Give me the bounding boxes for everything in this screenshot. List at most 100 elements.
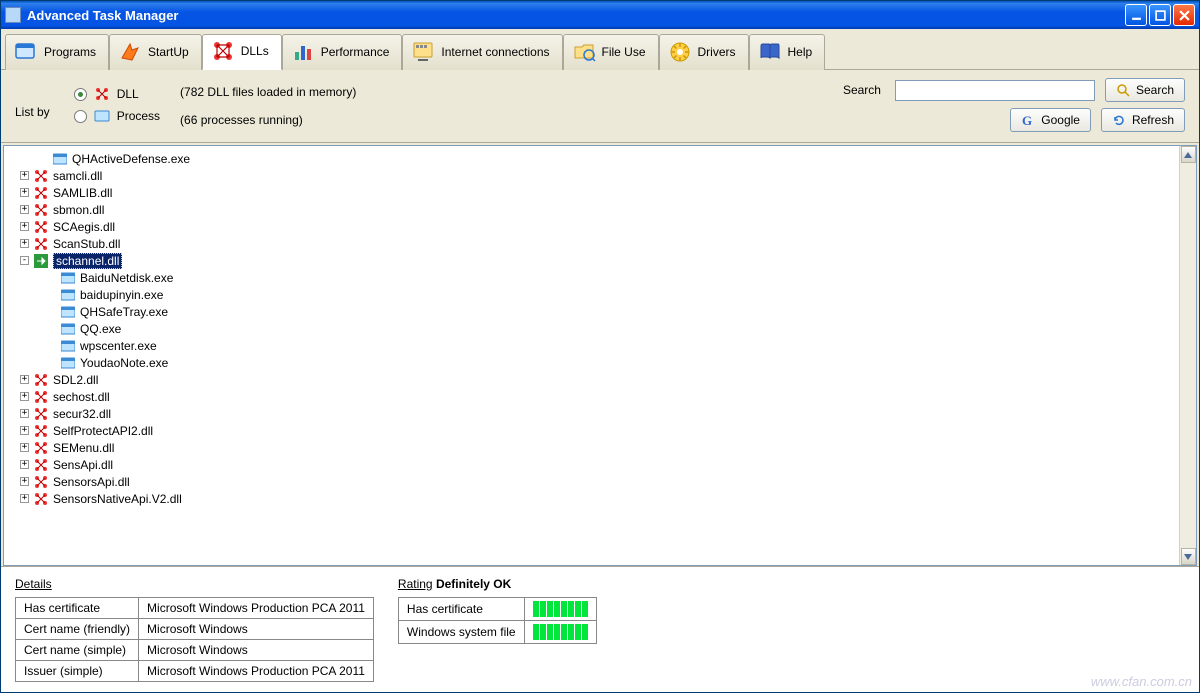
- listby-label: List by: [15, 105, 50, 119]
- tab-label: Performance: [321, 45, 390, 59]
- exe-icon: [60, 271, 76, 285]
- tab-startup[interactable]: StartUp: [109, 34, 202, 70]
- tree-node-dll[interactable]: +secur32.dll: [8, 405, 1179, 422]
- expand-icon[interactable]: +: [20, 460, 29, 469]
- tab-help[interactable]: Help: [749, 34, 826, 70]
- radio-dll-label: DLL: [117, 87, 139, 101]
- expand-icon[interactable]: +: [20, 375, 29, 384]
- radio-dll[interactable]: [74, 88, 87, 101]
- rating-column: Rating Definitely OK Has certificateWind…: [398, 577, 597, 682]
- dll-icon: [33, 492, 49, 506]
- google-icon: G: [1021, 113, 1035, 127]
- dll-icon: [33, 203, 49, 217]
- svg-text:G: G: [1022, 113, 1032, 127]
- tree-scroll[interactable]: QHActiveDefense.exe+samcli.dll+SAMLIB.dl…: [4, 146, 1179, 565]
- details-header: Details: [15, 577, 374, 591]
- rating-table: Has certificateWindows system file: [398, 597, 597, 644]
- app-icon: [5, 7, 21, 23]
- expand-icon[interactable]: +: [20, 205, 29, 214]
- tree-node-exe[interactable]: YoudaoNote.exe: [8, 354, 1179, 371]
- tree-node-dll[interactable]: +SEMenu.dll: [8, 439, 1179, 456]
- rating-label: Rating: [398, 577, 433, 591]
- search-input[interactable]: [895, 80, 1095, 101]
- search-label: Search: [843, 83, 881, 97]
- refresh-icon: [1112, 113, 1126, 127]
- toolbar-tabs: Programs StartUp DLLs Performance Intern…: [1, 29, 1199, 70]
- titlebar: Advanced Task Manager: [1, 1, 1199, 29]
- tab-label: Drivers: [698, 45, 736, 59]
- maximize-button[interactable]: [1149, 4, 1171, 26]
- close-button[interactable]: [1173, 4, 1195, 26]
- details-value: Microsoft Windows: [139, 640, 374, 661]
- rating-row: Windows system file: [398, 621, 596, 644]
- expand-icon[interactable]: +: [20, 443, 29, 452]
- help-icon: [758, 40, 782, 64]
- tab-programs[interactable]: Programs: [5, 34, 109, 70]
- scroll-up-button[interactable]: [1181, 146, 1196, 163]
- expand-icon[interactable]: +: [20, 409, 29, 418]
- drivers-icon: [668, 40, 692, 64]
- tree-node-dll[interactable]: +sbmon.dll: [8, 201, 1179, 218]
- tree-node-dll[interactable]: +SensorsNativeApi.V2.dll: [8, 490, 1179, 507]
- expand-icon[interactable]: +: [20, 222, 29, 231]
- tab-performance[interactable]: Performance: [282, 34, 403, 70]
- expand-icon[interactable]: +: [20, 188, 29, 197]
- tab-drivers[interactable]: Drivers: [659, 34, 749, 70]
- details-row: Cert name (friendly)Microsoft Windows: [16, 619, 374, 640]
- tree-node-dll[interactable]: +SensorsApi.dll: [8, 473, 1179, 490]
- exe-icon: [60, 305, 76, 319]
- search-area: Search Search G Google Refresh: [843, 78, 1185, 132]
- internet-icon: [411, 40, 435, 64]
- radio-process[interactable]: [74, 110, 87, 123]
- dll-summary: (782 DLL files loaded in memory): [180, 85, 356, 99]
- search-button[interactable]: Search: [1105, 78, 1185, 102]
- tree-node-dll[interactable]: +SAMLIB.dll: [8, 184, 1179, 201]
- details-value: Microsoft Windows Production PCA 2011: [139, 661, 374, 682]
- tree-node-dll[interactable]: +SensApi.dll: [8, 456, 1179, 473]
- expand-icon[interactable]: +: [20, 239, 29, 248]
- tree-node-exe[interactable]: QHSafeTray.exe: [8, 303, 1179, 320]
- details-key: Issuer (simple): [16, 661, 139, 682]
- radio-process-label: Process: [117, 109, 160, 123]
- tree-node-dll[interactable]: +samcli.dll: [8, 167, 1179, 184]
- minimize-button[interactable]: [1125, 4, 1147, 26]
- tree-node-dll[interactable]: +SDL2.dll: [8, 371, 1179, 388]
- expand-icon[interactable]: +: [20, 477, 29, 486]
- exe-icon: [60, 322, 76, 336]
- tab-label: Internet connections: [441, 45, 549, 59]
- google-button-label: Google: [1041, 113, 1080, 127]
- rating-bar: [533, 601, 588, 617]
- tree-node-dll[interactable]: +SCAegis.dll: [8, 218, 1179, 235]
- refresh-button[interactable]: Refresh: [1101, 108, 1185, 132]
- tab-label: DLLs: [241, 44, 269, 58]
- tree-node-exe[interactable]: QQ.exe: [8, 320, 1179, 337]
- tree-node-exe[interactable]: wpscenter.exe: [8, 337, 1179, 354]
- expand-icon[interactable]: +: [20, 392, 29, 401]
- tree-node-exe[interactable]: baidupinyin.exe: [8, 286, 1179, 303]
- vertical-scrollbar[interactable]: [1179, 146, 1196, 565]
- scroll-down-button[interactable]: [1181, 548, 1196, 565]
- tab-internet[interactable]: Internet connections: [402, 34, 562, 70]
- process-mini-icon: [93, 108, 111, 124]
- tree-node-exe[interactable]: BaiduNetdisk.exe: [8, 269, 1179, 286]
- expand-icon[interactable]: +: [20, 171, 29, 180]
- refresh-button-label: Refresh: [1132, 113, 1174, 127]
- tab-fileuse[interactable]: File Use: [563, 34, 659, 70]
- tree-node-dll[interactable]: +SelfProtectAPI2.dll: [8, 422, 1179, 439]
- collapse-icon[interactable]: -: [20, 256, 29, 265]
- tree-node-exe[interactable]: QHActiveDefense.exe: [8, 150, 1179, 167]
- expand-icon[interactable]: +: [20, 426, 29, 435]
- fileuse-icon: [572, 40, 596, 64]
- rating-bar: [533, 624, 588, 640]
- tree-node-dll[interactable]: +sechost.dll: [8, 388, 1179, 405]
- tree-node-dll-selected[interactable]: -schannel.dll: [8, 252, 1179, 269]
- rating-bars: [524, 598, 596, 621]
- radio-group: DLL Process: [74, 86, 160, 124]
- tab-dlls[interactable]: DLLs: [202, 34, 282, 70]
- tree-node-dll[interactable]: +ScanStub.dll: [8, 235, 1179, 252]
- process-summary: (66 processes running): [180, 113, 356, 127]
- google-button[interactable]: G Google: [1010, 108, 1091, 132]
- expand-icon[interactable]: +: [20, 494, 29, 503]
- window-title: Advanced Task Manager: [27, 8, 1125, 23]
- rating-key: Windows system file: [398, 621, 524, 644]
